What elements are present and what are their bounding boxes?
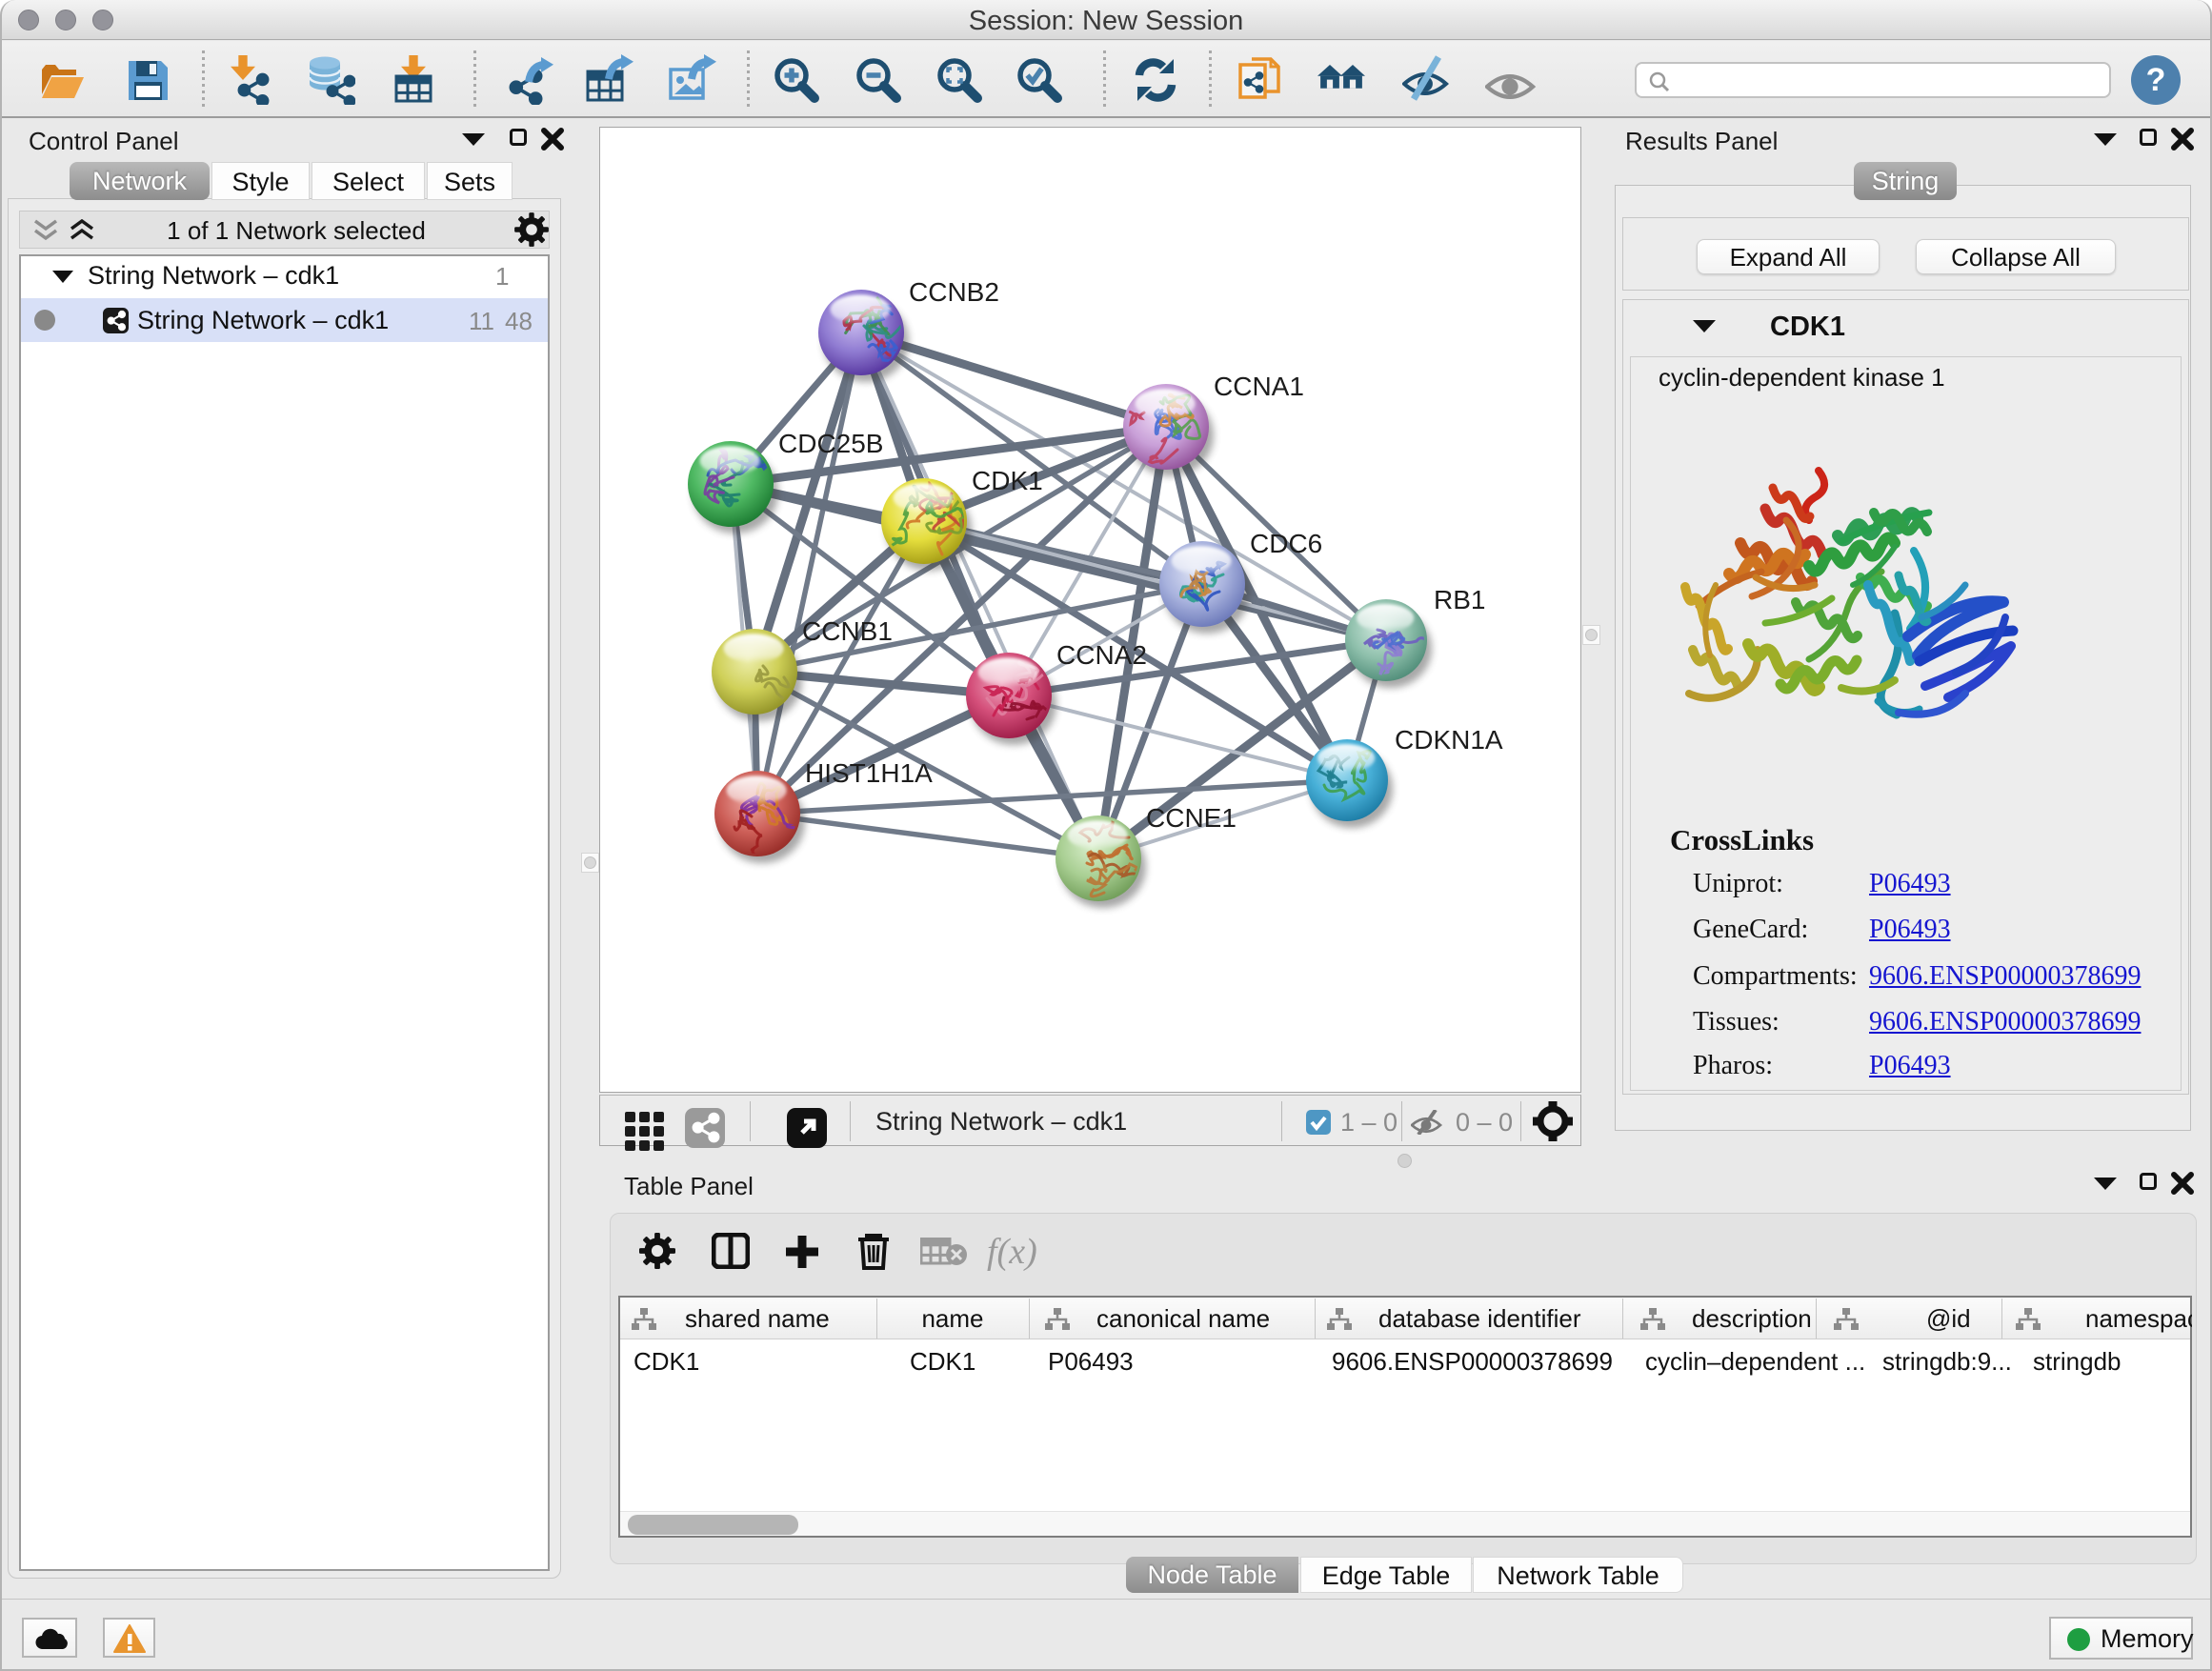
svg-text:CDC25B: CDC25B	[778, 429, 883, 458]
svg-text:CCNA2: CCNA2	[1056, 640, 1147, 670]
svg-text:CDKN1A: CDKN1A	[1395, 725, 1503, 755]
svg-text:CCNB1: CCNB1	[802, 616, 893, 646]
svg-text:RB1: RB1	[1434, 585, 1485, 614]
svg-text:CCNE1: CCNE1	[1146, 803, 1237, 833]
svg-text:CCNA1: CCNA1	[1214, 372, 1304, 401]
svg-text:CCNB2: CCNB2	[909, 277, 999, 307]
svg-text:CDK1: CDK1	[972, 466, 1043, 495]
svg-text:HIST1H1A: HIST1H1A	[805, 758, 933, 788]
svg-text:CDC6: CDC6	[1250, 529, 1322, 558]
